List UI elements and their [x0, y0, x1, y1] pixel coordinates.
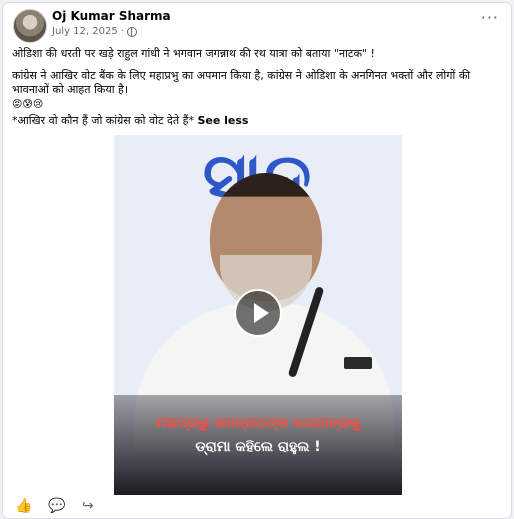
post-text-line3: *आखिर वो कौन हैं जो कांग्रेस को वोट देते…	[12, 114, 501, 128]
video-player[interactable]: ସାଦ ମହାପ୍ରଭୁ ଜଗନ୍ନାଥଙ୍କ ରଥଯାତ୍ରାକୁ ଡ୍ରାମ…	[114, 135, 402, 495]
post-text-line1: ओडिशा की धरती पर खड़े राहुल गांधी ने भगव…	[12, 47, 375, 60]
see-less-link[interactable]: See less	[197, 114, 248, 127]
post-text-line3-body: *आखिर वो कौन हैं जो कांग्रेस को वोट देते…	[12, 114, 194, 127]
share-icon[interactable]: ↪	[82, 498, 94, 514]
like-icon[interactable]: 👍	[15, 498, 32, 514]
avatar[interactable]	[13, 9, 47, 43]
globe-icon	[126, 26, 137, 37]
post-date[interactable]: July 12, 2025	[52, 26, 118, 37]
caption-line1: ମହାପ୍ରଭୁ ଜଗନ୍ନାଥଙ୍କ ରଥଯାତ୍ରାକୁ	[155, 415, 361, 431]
post-meta: July 12, 2025 ·	[52, 26, 137, 37]
post-card: Oj Kumar Sharma July 12, 2025 · ··· ओडिश…	[2, 2, 512, 519]
meta-separator: ·	[120, 26, 124, 37]
post-emojis: 😡😰😢	[12, 99, 44, 110]
play-icon[interactable]	[234, 289, 282, 337]
caption-line2: ଡ୍ରାମା କହିଲେ ରାହୁଲ !	[195, 439, 321, 455]
mic-stand	[344, 357, 372, 369]
post-text-line2: कांग्रेस ने आखिर वोट बैंक के लिए महाप्रभ…	[12, 69, 471, 96]
more-icon[interactable]: ···	[481, 10, 499, 26]
post-header: Oj Kumar Sharma July 12, 2025 · ···	[3, 3, 511, 47]
author-name[interactable]: Oj Kumar Sharma	[52, 9, 171, 23]
post-actions: 👍 💬 ↪	[3, 497, 511, 518]
comment-icon[interactable]: 💬	[48, 498, 65, 514]
